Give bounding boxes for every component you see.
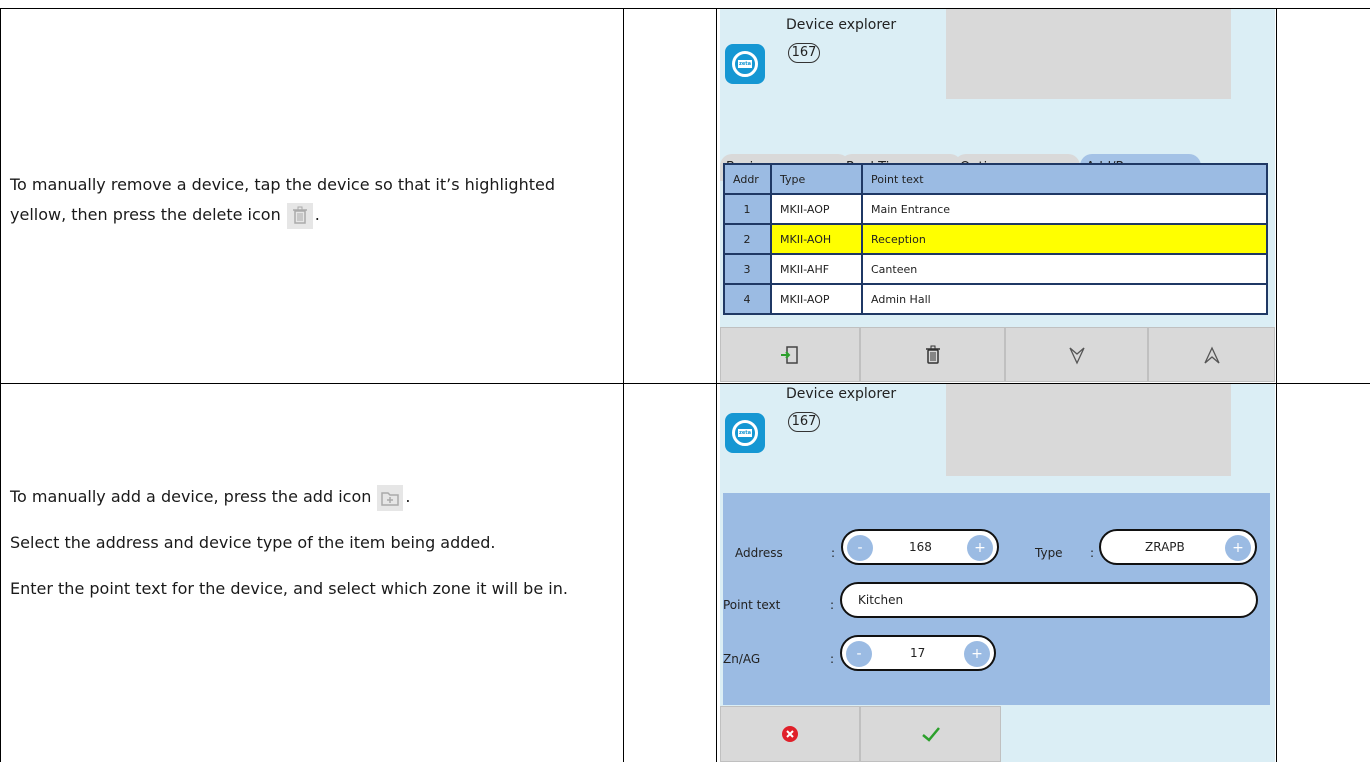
row-addr: 2: [723, 223, 772, 255]
table-border-col3: [1276, 8, 1277, 762]
app-logo-icon: zeta: [725, 413, 765, 453]
row-point-text: Admin Hall: [861, 283, 1268, 315]
row-type: MKII-AOP: [770, 193, 863, 225]
add-instructions: To manually add a device, press the add …: [10, 482, 590, 604]
add-paragraph-2: Select the address and device type of th…: [10, 533, 496, 552]
address-colon: :: [831, 546, 836, 560]
panel-title: Device explorer: [786, 386, 897, 402]
table-border-col2: [716, 8, 717, 762]
address-stepper[interactable]: - 168 +: [841, 529, 999, 565]
panel-title: Device explorer: [786, 17, 897, 33]
device-explorer-panel-add: zeta Device explorer 167 Address : - 168…: [720, 384, 1275, 762]
point-text-value: Kitchen: [858, 593, 904, 607]
type-next-button[interactable]: +: [1225, 535, 1251, 561]
status-area: [946, 384, 1231, 476]
zone-label: Zn/AG: [723, 652, 761, 666]
add-paragraph-1: To manually add a device, press the add …: [10, 482, 590, 512]
type-value: ZRAPB: [1145, 540, 1185, 554]
confirm-icon: [921, 727, 940, 742]
chevron-up-icon: [1203, 345, 1220, 363]
type-colon: :: [1090, 546, 1095, 560]
device-count: 167: [788, 43, 820, 63]
address-decrement-button[interactable]: -: [847, 535, 873, 561]
address-increment-button[interactable]: +: [967, 535, 993, 561]
col-type: Type: [770, 163, 863, 195]
col-addr: Addr: [723, 163, 772, 195]
app-logo-icon: zeta: [725, 44, 765, 84]
row-addr: 3: [723, 253, 772, 285]
zone-decrement-button[interactable]: -: [846, 641, 872, 667]
address-value: 168: [909, 540, 932, 554]
trash-icon: [925, 345, 940, 364]
remove-instructions: To manually remove a device, tap the dev…: [10, 170, 590, 230]
device-explorer-panel-remove: zeta Device explorer 167 Basic Real Time…: [720, 9, 1275, 382]
row-point-text: Main Entrance: [861, 193, 1268, 225]
row-point-text: Reception: [861, 223, 1268, 255]
row-type: MKII-AOP: [770, 283, 863, 315]
type-selector[interactable]: ZRAPB +: [1099, 529, 1257, 565]
table-border-left: [0, 8, 1, 762]
row-addr: 1: [723, 193, 772, 225]
address-label: Address: [735, 546, 783, 560]
cancel-icon: [782, 726, 798, 742]
move-up-button[interactable]: [1148, 327, 1275, 382]
row-addr: 4: [723, 283, 772, 315]
table-row[interactable]: 4 MKII-AOP Admin Hall: [723, 283, 1268, 315]
row-point-text: Canteen: [861, 253, 1268, 285]
add-text: To manually add a device, press the add …: [10, 487, 372, 506]
remove-text: To manually remove a device, tap the dev…: [10, 175, 555, 224]
table-row[interactable]: 1 MKII-AOP Main Entrance: [723, 193, 1268, 225]
row-type: MKII-AOH: [770, 223, 863, 255]
point-text-colon: :: [830, 598, 835, 612]
add-icon: [781, 345, 798, 364]
point-text-label: Point text: [723, 598, 781, 612]
zone-increment-button[interactable]: +: [964, 641, 990, 667]
delete-device-button[interactable]: [860, 327, 1005, 382]
table-row[interactable]: 3 MKII-AHF Canteen: [723, 253, 1268, 285]
table-border-col1: [623, 8, 624, 762]
point-text-input[interactable]: Kitchen: [840, 582, 1258, 618]
add-text-end: .: [405, 487, 411, 506]
device-count: 167: [788, 412, 820, 432]
add-paragraph-3: Enter the point text for the device, and…: [10, 579, 568, 598]
confirm-button[interactable]: [860, 706, 1001, 762]
delete-icon: [286, 202, 313, 229]
table-row-selected[interactable]: 2 MKII-AOH Reception: [723, 223, 1268, 255]
add-folder-icon: [377, 484, 404, 511]
chevron-down-icon: [1068, 347, 1085, 365]
remove-text-end: .: [314, 205, 320, 224]
device-table: Addr Type Point text 1 MKII-AOP Main Ent…: [723, 163, 1268, 315]
status-area: [946, 9, 1231, 99]
add-device-button[interactable]: [720, 327, 860, 382]
col-point-text: Point text: [861, 163, 1268, 195]
add-device-form: Address : - 168 + Type : ZRAPB + Point t…: [723, 493, 1270, 705]
zone-colon: :: [830, 652, 835, 666]
move-down-button[interactable]: [1005, 327, 1148, 382]
type-label: Type: [1035, 546, 1063, 560]
row-type: MKII-AHF: [770, 253, 863, 285]
zone-value: 17: [910, 646, 926, 660]
zone-stepper[interactable]: - 17 +: [840, 635, 996, 671]
cancel-button[interactable]: [720, 706, 860, 762]
